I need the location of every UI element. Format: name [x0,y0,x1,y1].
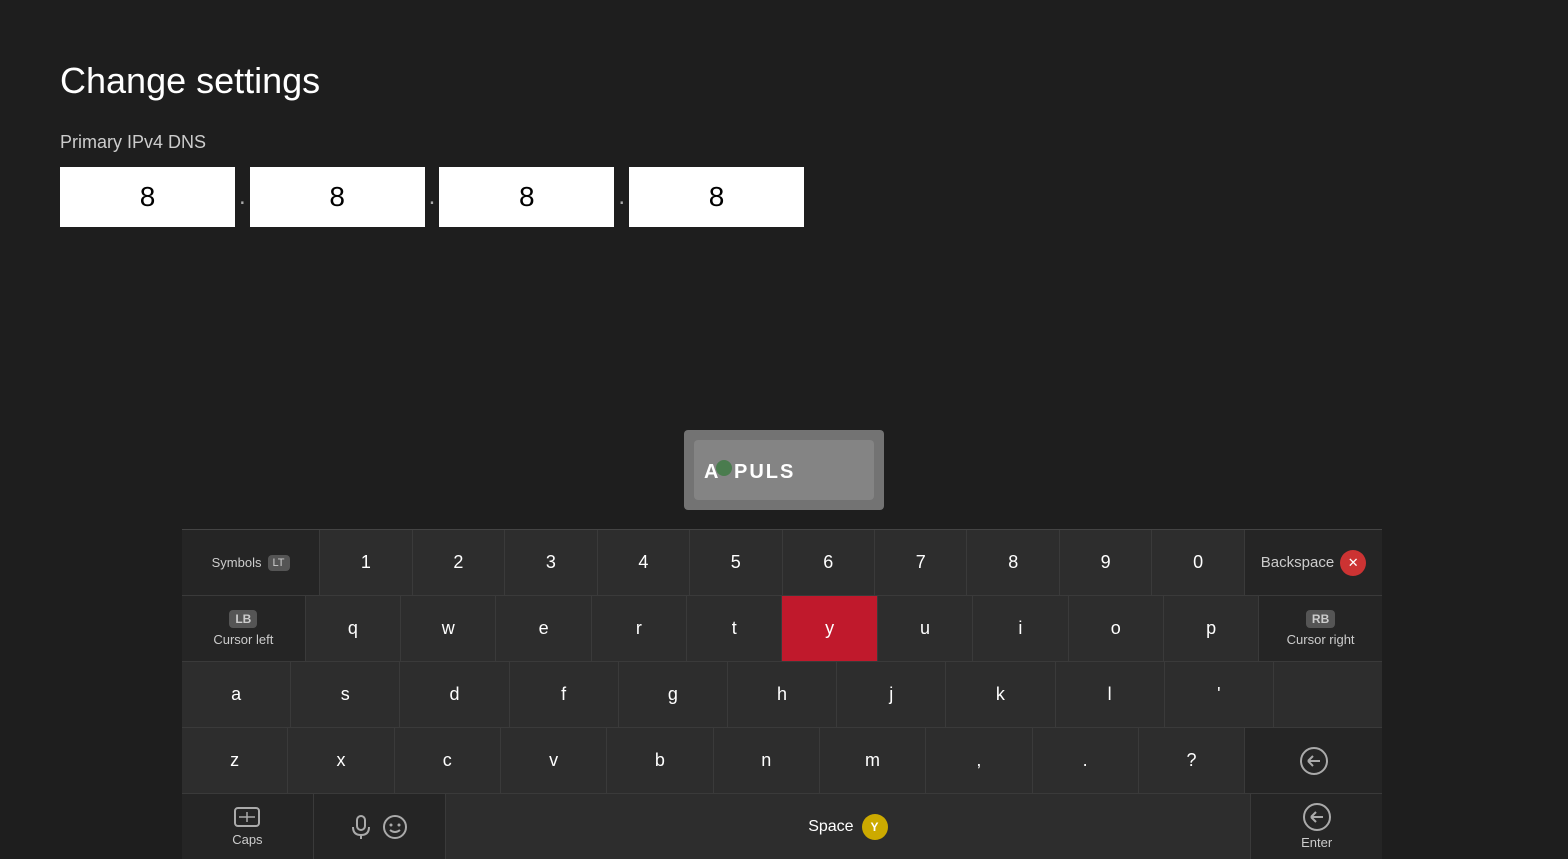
keyboard-row-1: Symbols LT 1 2 3 4 5 6 7 8 9 0 Backspace… [182,530,1382,596]
page-title: Change settings [60,60,1508,102]
key-j[interactable]: j [837,662,946,727]
key-o[interactable]: o [1069,596,1164,661]
watermark: A PULS [684,430,884,510]
dns-label: Primary IPv4 DNS [60,132,1508,153]
enter-label: Enter [1301,835,1332,850]
key-b[interactable]: b [607,728,713,793]
key-w[interactable]: w [401,596,496,661]
key-7[interactable]: 7 [875,530,967,595]
dns-fields: 8 . 8 . 8 . 8 [60,167,1508,227]
key-l[interactable]: l [1056,662,1165,727]
key-filler [1274,662,1382,727]
dns-field-4[interactable]: 8 [629,167,804,227]
key-v[interactable]: v [501,728,607,793]
key-3[interactable]: 3 [505,530,597,595]
key-1[interactable]: 1 [320,530,412,595]
key-q[interactable]: q [306,596,401,661]
dns-separator-2: . [425,183,440,211]
cursor-left-label: Cursor left [213,632,273,647]
key-y[interactable]: y [782,596,877,661]
key-2[interactable]: 2 [413,530,505,595]
enter-button-icon [1303,803,1331,831]
space-key[interactable]: Space Y [446,794,1252,859]
key-m[interactable]: m [820,728,926,793]
keyboard-row-2: LB Cursor left q w e r t y u i o p RB Cu… [182,596,1382,662]
dns-separator-1: . [235,183,250,211]
symbols-key[interactable]: Symbols LT [182,530,320,595]
key-period[interactable]: . [1033,728,1139,793]
key-d[interactable]: d [400,662,509,727]
key-g[interactable]: g [619,662,728,727]
key-apostrophe[interactable]: ' [1165,662,1274,727]
key-comma[interactable]: , [926,728,1032,793]
enter-icon [1300,747,1328,775]
main-content: Change settings Primary IPv4 DNS 8 . 8 .… [0,0,1568,227]
key-z[interactable]: z [182,728,288,793]
dns-separator-3: . [614,183,629,211]
mic-emoji-key[interactable] [314,794,446,859]
key-4[interactable]: 4 [598,530,690,595]
caps-icon [233,806,261,828]
key-t[interactable]: t [687,596,782,661]
enter-key[interactable]: Enter [1251,794,1382,859]
cursor-right-label: Cursor right [1287,632,1355,647]
key-i[interactable]: i [973,596,1068,661]
emoji-icon [382,814,408,840]
dns-field-3[interactable]: 8 [439,167,614,227]
key-9[interactable]: 9 [1060,530,1152,595]
backspace-label: Backspace [1261,554,1334,571]
watermark-logo: A PULS [694,440,874,500]
key-k[interactable]: k [946,662,1055,727]
keyboard-row-3: a s d f g h j k l ' [182,662,1382,728]
dns-field-1[interactable]: 8 [60,167,235,227]
key-c[interactable]: c [395,728,501,793]
key-h[interactable]: h [728,662,837,727]
cursor-right-key[interactable]: RB Cursor right [1259,596,1382,661]
key-a[interactable]: a [182,662,291,727]
key-r[interactable]: r [592,596,687,661]
keyboard-row-4: z x c v b n m , . ? [182,728,1382,794]
keyboard-row-5: Caps Space Y [182,794,1382,859]
space-label: Space [808,818,853,836]
cursor-left-key[interactable]: LB Cursor left [182,596,306,661]
lb-badge: LB [229,610,257,628]
y-button-icon: Y [862,814,888,840]
key-8[interactable]: 8 [967,530,1059,595]
key-x[interactable]: x [288,728,394,793]
key-e[interactable]: e [496,596,591,661]
backspace-icon: ✕ [1340,550,1366,576]
key-u[interactable]: u [878,596,973,661]
caps-label: Caps [232,832,262,847]
lt-badge: LT [268,555,290,571]
key-n[interactable]: n [714,728,820,793]
key-0[interactable]: 0 [1152,530,1244,595]
key-question[interactable]: ? [1139,728,1245,793]
key-s[interactable]: s [291,662,400,727]
keyboard: Symbols LT 1 2 3 4 5 6 7 8 9 0 Backspace… [182,529,1382,859]
rb-badge: RB [1306,610,1335,628]
enter-icon-key[interactable] [1245,728,1382,793]
svg-text:PULS: PULS [734,461,795,483]
key-6[interactable]: 6 [783,530,875,595]
dns-field-2[interactable]: 8 [250,167,425,227]
key-f[interactable]: f [510,662,619,727]
symbols-label: Symbols [212,555,262,570]
key-5[interactable]: 5 [690,530,782,595]
key-p[interactable]: p [1164,596,1259,661]
caps-key[interactable]: Caps [182,794,314,859]
backspace-key[interactable]: Backspace ✕ [1245,530,1382,595]
mic-icon [350,814,372,840]
